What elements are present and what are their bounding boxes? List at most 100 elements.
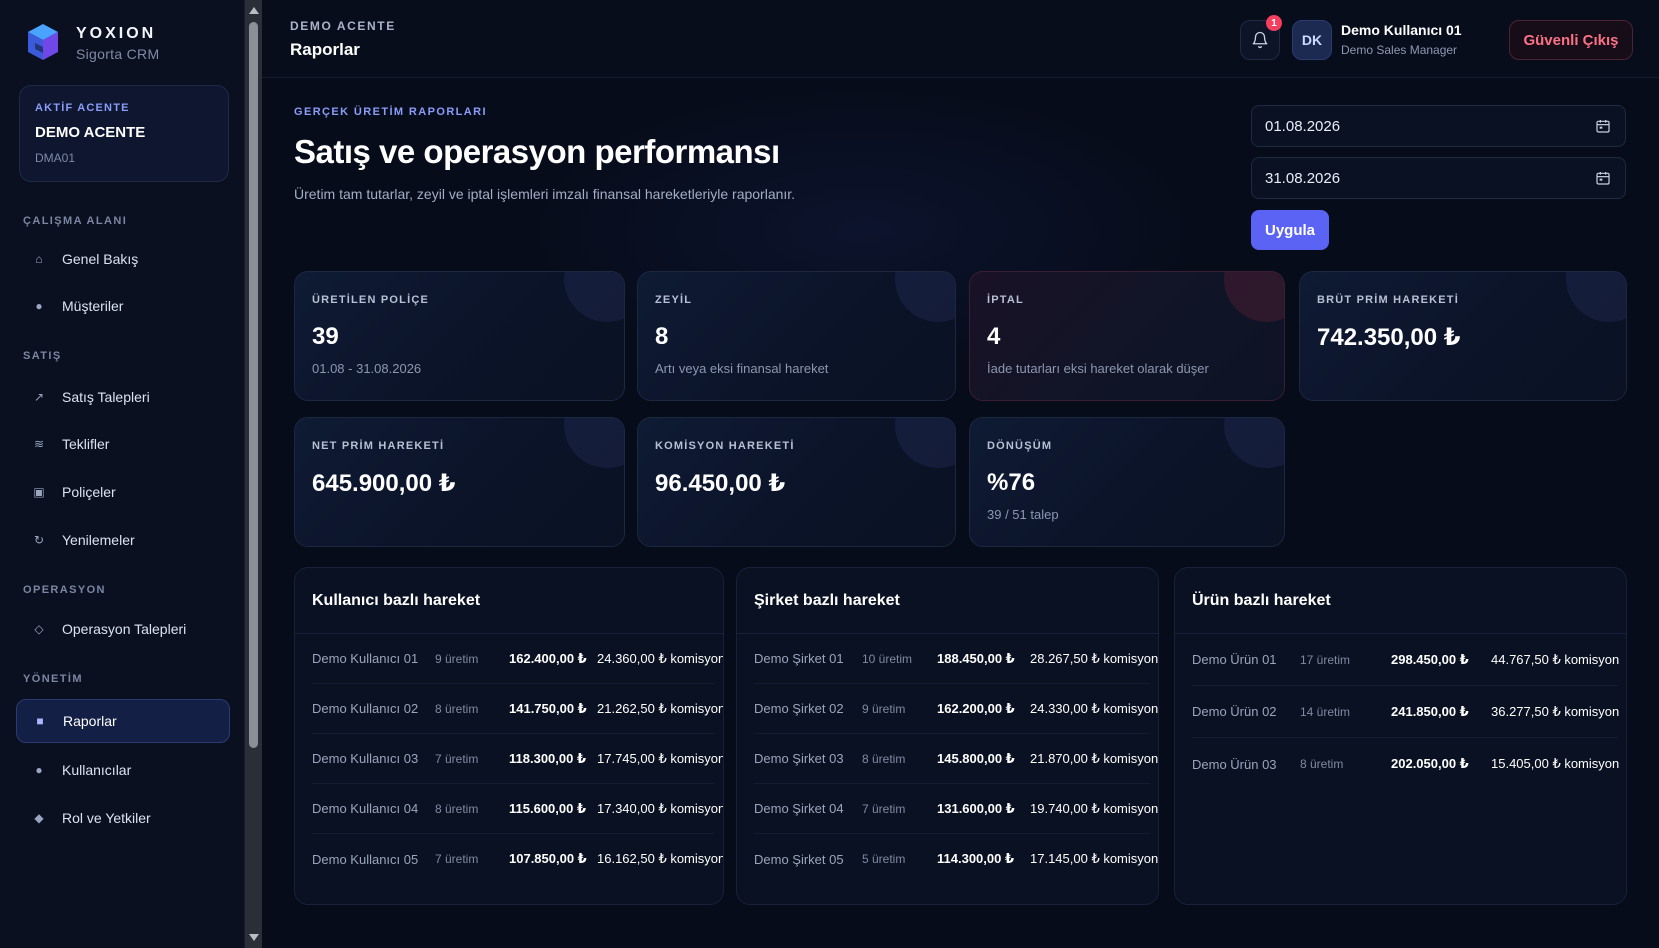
row-commission: 17.340,00 ₺ komisyon bbox=[597, 800, 724, 816]
row-commission: 19.740,00 ₺ komisyon bbox=[1030, 800, 1159, 816]
apply-button[interactable]: Uygula bbox=[1251, 210, 1329, 250]
agency-code: DMA01 bbox=[35, 151, 76, 165]
row-amount: 118.300,00 ₺ bbox=[509, 750, 587, 766]
sidebar-scrollbar[interactable] bbox=[245, 0, 262, 948]
table-row[interactable]: Demo Ürün 01 17 üretim 298.450,00 ₺ 44.7… bbox=[1192, 634, 1620, 686]
row-count: 7 üretim bbox=[435, 852, 479, 866]
table-row[interactable]: Demo Şirket 04 7 üretim 131.600,00 ₺ 19.… bbox=[754, 784, 1158, 834]
scroll-down-arrow[interactable] bbox=[249, 934, 259, 941]
sidebar-item-operation-requests[interactable]: ◇ Operasyon Talepleri bbox=[16, 608, 230, 650]
scroll-up-arrow[interactable] bbox=[249, 7, 259, 14]
row-count: 17 üretim bbox=[1300, 652, 1351, 667]
row-name: Demo Kullanıcı 05 bbox=[312, 851, 419, 867]
row-commission: 36.277,50 ₺ komisyon bbox=[1491, 703, 1620, 719]
sidebar-item-label: Müşteriler bbox=[62, 298, 124, 314]
table-row[interactable]: Demo Şirket 05 5 üretim 114.300,00 ₺ 17.… bbox=[754, 834, 1158, 884]
table-row[interactable]: Demo Kullanıcı 02 8 üretim 141.750,00 ₺ … bbox=[312, 684, 723, 734]
user-icon: ● bbox=[35, 763, 43, 777]
sidebar-item-label: Rol ve Yetkiler bbox=[62, 810, 151, 826]
stat-card-cancellation: İPTAL 4 İade tutarları eksi hareket olar… bbox=[969, 271, 1285, 401]
panel-title: Kullanıcı bazlı hareket bbox=[295, 568, 723, 634]
user-name[interactable]: Demo Kullanıcı 01 bbox=[1341, 22, 1462, 38]
brand[interactable]: YOXION Sigorta CRM bbox=[26, 22, 159, 64]
breadcrumb[interactable]: DEMO ACENTE bbox=[290, 19, 396, 33]
sidebar-item-renewals[interactable]: ↻ Yenilemeler bbox=[16, 519, 230, 561]
table-row[interactable]: Demo Şirket 03 8 üretim 145.800,00 ₺ 21.… bbox=[754, 734, 1158, 784]
stat-card-conversion: DÖNÜŞÜM %76 39 / 51 talep bbox=[969, 417, 1285, 547]
row-name: Demo Ürün 01 bbox=[1192, 652, 1277, 667]
logout-button[interactable]: Güvenli Çıkış bbox=[1509, 20, 1633, 60]
stat-value: 645.900,00 ₺ bbox=[312, 470, 456, 497]
table-row[interactable]: Demo Kullanıcı 05 7 üretim 107.850,00 ₺ … bbox=[312, 834, 723, 884]
page-title: Satış ve operasyon performansı bbox=[294, 133, 780, 170]
end-date-input[interactable]: 31.08.2026 bbox=[1251, 157, 1626, 199]
calendar-icon[interactable] bbox=[1595, 118, 1611, 134]
reports-icon: ■ bbox=[36, 714, 44, 728]
sidebar-item-reports[interactable]: ■ Raporlar bbox=[16, 699, 230, 743]
row-amount: 202.050,00 ₺ bbox=[1391, 756, 1469, 771]
table-row[interactable]: Demo Şirket 02 9 üretim 162.200,00 ₺ 24.… bbox=[754, 684, 1158, 734]
table-row[interactable]: Demo Ürün 02 14 üretim 241.850,00 ₺ 36.2… bbox=[1192, 686, 1620, 738]
stat-card-commission: KOMİSYON HAREKETİ 96.450,00 ₺ bbox=[637, 417, 956, 547]
row-amount: 162.400,00 ₺ bbox=[509, 650, 587, 666]
offers-icon: ≋ bbox=[33, 437, 45, 451]
table-row[interactable]: Demo Kullanıcı 01 9 üretim 162.400,00 ₺ … bbox=[312, 634, 723, 684]
sidebar-item-label: Yenilemeler bbox=[62, 532, 135, 548]
avatar[interactable]: DK bbox=[1292, 20, 1332, 60]
sidebar-item-sales-requests[interactable]: ↗ Satış Talepleri bbox=[16, 376, 230, 418]
nav-section-operations: OPERASYON bbox=[23, 584, 106, 596]
start-date-input[interactable]: 01.08.2026 bbox=[1251, 105, 1626, 147]
stat-card-policies: ÜRETİLEN POLİÇE 39 01.08 - 31.08.2026 bbox=[294, 271, 625, 401]
sidebar-item-roles[interactable]: ◆ Rol ve Yetkiler bbox=[16, 797, 230, 839]
sidebar-item-users[interactable]: ● Kullanıcılar bbox=[16, 749, 230, 791]
stat-value: 96.450,00 ₺ bbox=[655, 470, 786, 497]
brand-subtitle: Sigorta CRM bbox=[76, 45, 160, 62]
row-amount: 131.600,00 ₺ bbox=[937, 800, 1015, 816]
stat-card-endorsement: ZEYİL 8 Artı veya eksi finansal hareket bbox=[637, 271, 956, 401]
row-commission: 44.767,50 ₺ komisyon bbox=[1491, 651, 1620, 667]
stat-sub: 39 / 51 talep bbox=[987, 507, 1059, 522]
row-count: 9 üretim bbox=[435, 651, 479, 666]
row-count: 8 üretim bbox=[1300, 757, 1344, 771]
table-row[interactable]: Demo Şirket 01 10 üretim 188.450,00 ₺ 28… bbox=[754, 634, 1158, 684]
company-movement-panel: Şirket bazlı hareket Demo Şirket 01 10 ü… bbox=[736, 567, 1159, 905]
stat-label: NET PRİM HAREKETİ bbox=[312, 440, 445, 452]
calendar-icon[interactable] bbox=[1595, 170, 1611, 186]
sidebar-item-offers[interactable]: ≋ Teklifler bbox=[16, 423, 230, 465]
sidebar-item-label: Poliçeler bbox=[62, 484, 116, 500]
main-content: DEMO ACENTE Raporlar 1 DK Demo Kullanıcı… bbox=[262, 0, 1659, 948]
scroll-thumb[interactable] bbox=[249, 22, 258, 748]
sidebar: YOXION Sigorta CRM AKTİF ACENTE DEMO ACE… bbox=[0, 0, 245, 948]
users-icon: ● bbox=[35, 299, 43, 313]
shield-icon: ◆ bbox=[34, 811, 44, 825]
refresh-icon: ↻ bbox=[33, 533, 45, 547]
sidebar-item-customers[interactable]: ● Müşteriler bbox=[16, 285, 230, 327]
sidebar-item-policies[interactable]: ▣ Poliçeler bbox=[16, 471, 230, 513]
row-name: Demo Şirket 02 bbox=[754, 701, 844, 716]
row-amount: 107.850,00 ₺ bbox=[509, 851, 587, 866]
page-description: Üretim tam tutarlar, zeyil ve iptal işle… bbox=[294, 186, 796, 202]
row-count: 7 üretim bbox=[862, 801, 906, 816]
active-agency-card[interactable]: AKTİF ACENTE DEMO ACENTE DMA01 bbox=[19, 85, 229, 182]
table-row[interactable]: Demo Kullanıcı 03 7 üretim 118.300,00 ₺ … bbox=[312, 734, 723, 784]
row-amount: 145.800,00 ₺ bbox=[937, 750, 1015, 766]
home-icon: ⌂ bbox=[35, 252, 43, 266]
row-count: 8 üretim bbox=[435, 701, 479, 716]
row-name: Demo Şirket 05 bbox=[754, 851, 844, 867]
diamond-icon: ◇ bbox=[34, 622, 44, 636]
table-row[interactable]: Demo Ürün 03 8 üretim 202.050,00 ₺ 15.40… bbox=[1192, 738, 1619, 790]
row-commission: 24.360,00 ₺ komisyon bbox=[597, 650, 724, 666]
trend-icon: ↗ bbox=[33, 390, 45, 404]
stat-value: 8 bbox=[655, 323, 669, 350]
stat-sub: Artı veya eksi finansal hareket bbox=[655, 361, 829, 376]
user-role: Demo Sales Manager bbox=[1341, 43, 1458, 57]
row-count: 7 üretim bbox=[435, 751, 479, 766]
table-row[interactable]: Demo Kullanıcı 04 8 üretim 115.600,00 ₺ … bbox=[312, 784, 723, 834]
sidebar-item-overview[interactable]: ⌂ Genel Bakış bbox=[16, 238, 230, 280]
agency-label: AKTİF ACENTE bbox=[35, 102, 130, 114]
hero-eyebrow: GERÇEK ÜRETİM RAPORLARI bbox=[294, 106, 487, 118]
sidebar-item-label: Operasyon Talepleri bbox=[62, 621, 187, 637]
company-rows: Demo Şirket 01 10 üretim 188.450,00 ₺ 28… bbox=[737, 634, 1158, 884]
row-commission: 21.262,50 ₺ komisyon bbox=[597, 700, 724, 716]
row-count: 9 üretim bbox=[862, 701, 906, 716]
